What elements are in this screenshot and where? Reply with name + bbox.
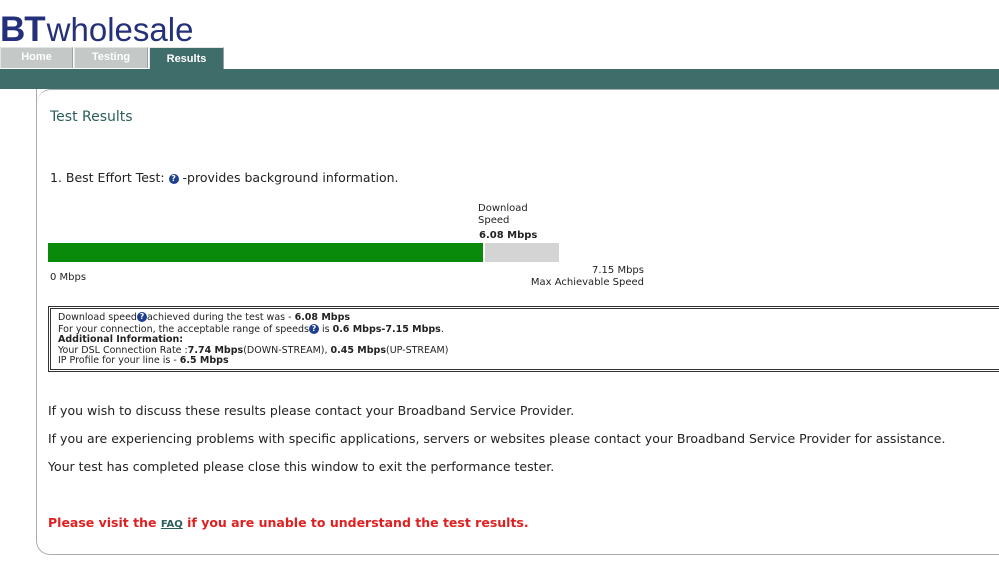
speed-meter-fill	[48, 243, 485, 262]
info-box-inner: Download speed? achieved during the test …	[50, 308, 999, 370]
acceptable-range: 0.6 Mbps-7.15 Mbps	[332, 323, 441, 335]
contact-paragraph: If you wish to discuss these results ple…	[48, 403, 575, 418]
logo-bt-text: BT	[0, 10, 46, 49]
info-line-ip-profile: IP Profile for your line is - 6.5 Mbps	[58, 355, 229, 366]
question-icon[interactable]: ?	[136, 312, 147, 322]
question-icon[interactable]: ?	[308, 323, 319, 334]
info-box: Download speed? achieved during the test …	[48, 306, 999, 372]
faq-link[interactable]: FAQ	[161, 519, 183, 530]
measured-speed: 6.08 Mbps	[294, 312, 351, 323]
header-bar	[0, 69, 999, 89]
info-line-download: Download speed? achieved during the test …	[58, 312, 351, 323]
speed-meter-track	[48, 243, 559, 262]
speed-max-block: 7.15 Mbps Max Achievable Speed	[500, 265, 644, 289]
completed-paragraph: Your test has completed please close thi…	[48, 459, 555, 474]
bt-wholesale-logo: BTwholesale	[0, 10, 193, 50]
test-heading-label: 1. Best Effort Test:	[50, 170, 165, 185]
download-speed-value: 6.08 Mbps	[479, 230, 538, 241]
tab-testing[interactable]: Testing	[74, 47, 148, 68]
speed-max-caption: Max Achievable Speed	[530, 277, 644, 288]
speed-min-label: 0 Mbps	[50, 272, 87, 283]
tab-home[interactable]: Home	[0, 47, 73, 68]
info-line-range: For your connection, the acceptable rang…	[58, 323, 444, 335]
download-speed-label: Download Speed	[478, 203, 528, 226]
panel-top-border	[37, 89, 999, 104]
page-title: Test Results	[50, 109, 133, 125]
question-icon[interactable]: ?	[168, 174, 179, 184]
dsl-up-rate: 0.45 Mbps	[330, 344, 386, 356]
dsl-down-rate: 7.74 Mbps	[187, 344, 244, 356]
problems-paragraph: If you are experiencing problems with sp…	[48, 431, 946, 446]
test-heading-suffix: -provides background information.	[182, 170, 399, 185]
tab-results[interactable]: Results	[149, 47, 224, 69]
ip-profile-value: 6.5 Mbps	[179, 355, 229, 366]
faq-notice: Please visit the FAQ if you are unable t…	[48, 515, 529, 530]
logo-wholesale-text: wholesale	[46, 11, 194, 48]
test-heading: 1. Best Effort Test: ? -provides backgro…	[50, 170, 399, 185]
speed-max-label: 7.15 Mbps	[592, 265, 644, 276]
